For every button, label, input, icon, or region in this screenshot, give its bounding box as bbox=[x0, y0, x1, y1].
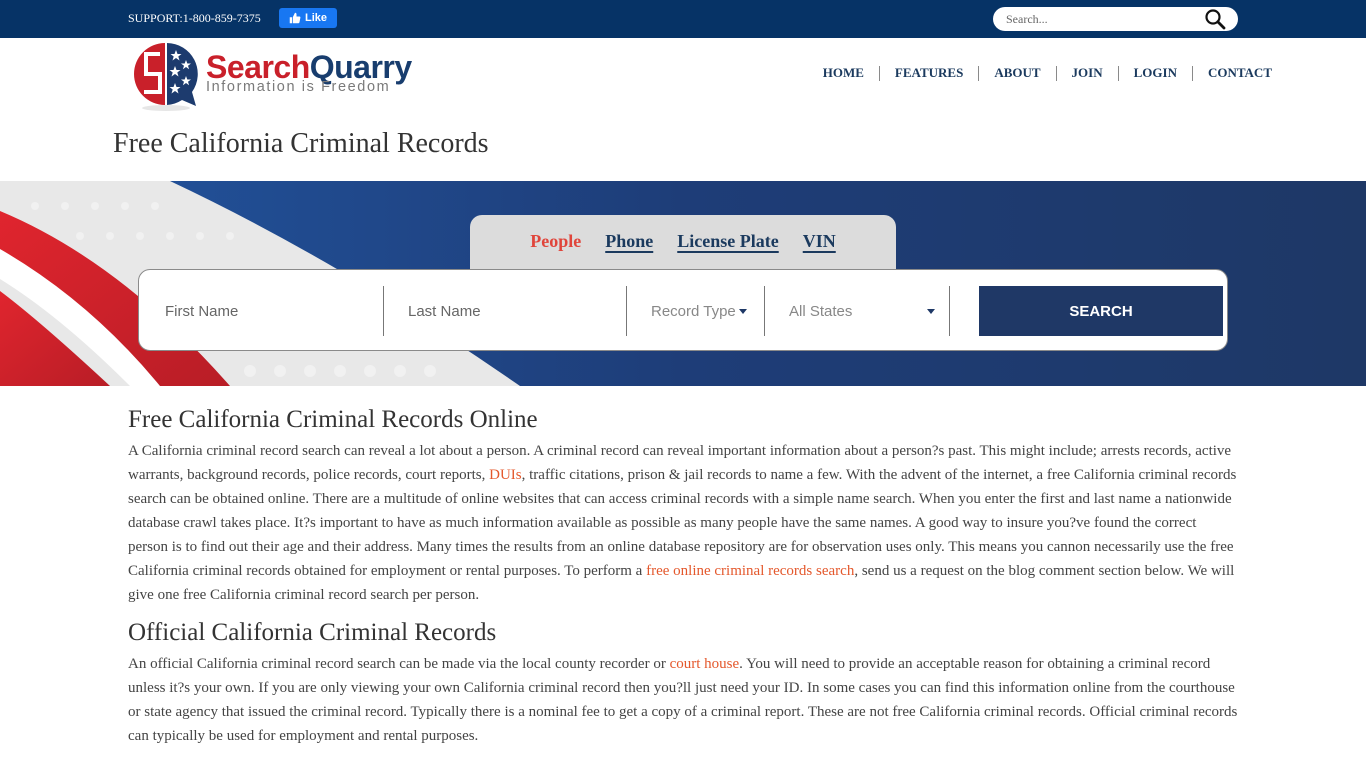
nav-features[interactable]: FEATURES bbox=[880, 65, 978, 81]
nav-home[interactable]: HOME bbox=[808, 65, 879, 81]
thumbs-up-icon bbox=[289, 12, 301, 24]
facebook-like-button[interactable]: Like bbox=[279, 8, 337, 28]
section-paragraph: An official California criminal record s… bbox=[128, 656, 1238, 744]
search-icon[interactable] bbox=[1203, 8, 1227, 30]
field-divider bbox=[383, 286, 384, 336]
logo-text: SearchQuarry Information is Freedom bbox=[206, 50, 412, 95]
nav-login[interactable]: LOGIN bbox=[1119, 65, 1192, 81]
record-type-value: Record Type bbox=[651, 302, 736, 320]
site-search bbox=[993, 7, 1238, 31]
field-divider bbox=[626, 286, 627, 336]
last-name-field bbox=[408, 286, 623, 336]
chevron-down-icon bbox=[738, 308, 747, 314]
section-heading: Official California Criminal Records bbox=[128, 619, 497, 646]
logo-tagline: Information is Freedom bbox=[206, 79, 391, 95]
record-type-select[interactable]: Record Type bbox=[651, 286, 763, 336]
tab-vin[interactable]: VIN bbox=[803, 231, 836, 252]
section-paragraph: A California criminal record search can … bbox=[128, 443, 1237, 603]
people-search-form: Record Type All States SEARCH bbox=[138, 269, 1228, 351]
article-content: Free California Criminal Records Online … bbox=[128, 404, 1238, 748]
search-button[interactable]: SEARCH bbox=[979, 286, 1223, 336]
state-select[interactable]: All States bbox=[789, 286, 935, 336]
first-name-input[interactable] bbox=[165, 286, 380, 336]
field-divider bbox=[949, 286, 950, 336]
field-divider bbox=[764, 286, 765, 336]
page-title: Free California Criminal Records bbox=[113, 128, 489, 159]
first-name-field bbox=[165, 286, 380, 336]
search-type-tabs: People Phone License Plate VIN bbox=[470, 215, 896, 270]
support-phone: SUPPORT:1-800-859-7375 bbox=[128, 11, 261, 25]
last-name-input[interactable] bbox=[408, 286, 623, 336]
state-value: All States bbox=[789, 302, 853, 320]
logo-emblem-icon bbox=[134, 43, 198, 111]
nav-about[interactable]: ABOUT bbox=[979, 65, 1055, 81]
section-heading: Free California Criminal Records Online bbox=[128, 406, 538, 433]
tab-license-plate[interactable]: License Plate bbox=[677, 231, 778, 252]
site-search-input[interactable] bbox=[1006, 10, 1196, 28]
chevron-down-icon bbox=[927, 308, 935, 314]
court-house-link[interactable]: court house bbox=[670, 656, 740, 672]
tab-people[interactable]: People bbox=[530, 231, 581, 252]
tab-phone[interactable]: Phone bbox=[605, 231, 653, 252]
nav-contact[interactable]: CONTACT bbox=[1193, 65, 1272, 81]
nav-join[interactable]: JOIN bbox=[1057, 65, 1118, 81]
duis-link[interactable]: DUIs bbox=[489, 467, 522, 483]
main-nav: HOME FEATURES ABOUT JOIN LOGIN CONTACT bbox=[808, 65, 1272, 81]
logo[interactable]: SearchQuarry Information is Freedom bbox=[128, 40, 428, 112]
free-criminal-records-search-link[interactable]: free online criminal records search bbox=[646, 563, 854, 579]
like-label: Like bbox=[304, 12, 327, 24]
top-bar: SUPPORT:1-800-859-7375 Like bbox=[0, 0, 1366, 38]
